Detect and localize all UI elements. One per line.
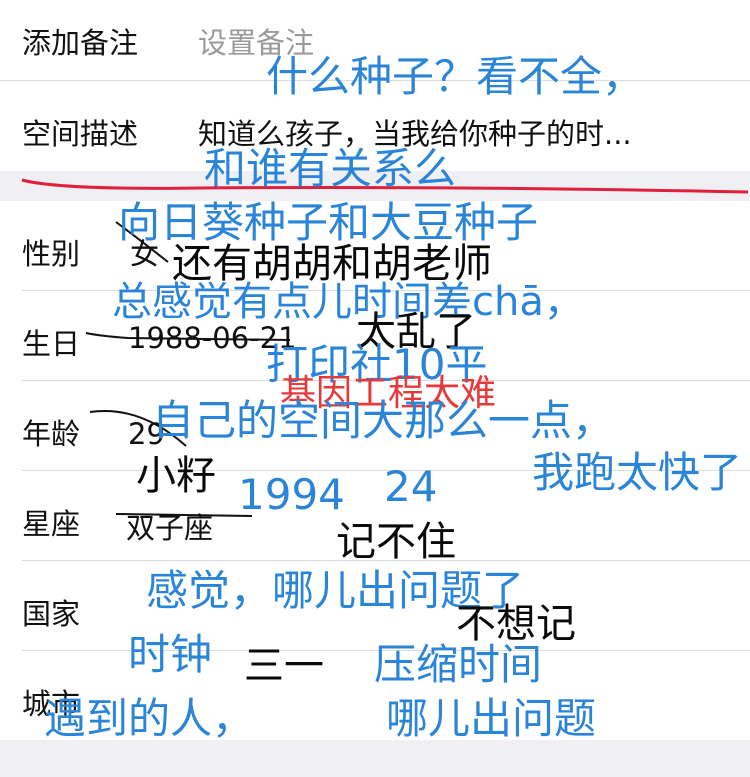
annotation-text: 1994 — [238, 470, 345, 519]
annotation-text: 我跑太快了 — [532, 448, 743, 497]
annotation-text: 向日葵种子和大豆种子 — [118, 198, 539, 247]
annotation-text: 三一 — [244, 643, 324, 689]
zodiac-label: 星座 — [22, 507, 81, 541]
annotation-text: 小籽 — [136, 453, 216, 499]
description-label: 空间描述 — [22, 117, 139, 151]
annotation-text: 时钟 — [128, 630, 213, 679]
annotation-text: 总感觉有点儿时间差chā， — [112, 279, 584, 325]
annotation-text: 记不住 — [336, 519, 456, 565]
annotation-text: 和谁有关系么 — [204, 144, 457, 193]
gender-label: 性别 — [22, 237, 81, 271]
annotation-text: 自己的空间大那么一点， — [152, 396, 615, 445]
zodiac-value: 双子座 — [126, 511, 214, 545]
annotation-text: 不想记 — [456, 601, 576, 647]
remark-label: 添加备注 — [22, 26, 139, 60]
annotation-text: 哪儿出问题 — [386, 694, 597, 743]
annotation-text: 什么种子？看不全， — [266, 52, 645, 101]
bottom-spacer — [0, 740, 750, 777]
age-label: 年龄 — [22, 417, 81, 451]
annotation-text: 遇到的人， — [44, 694, 255, 743]
birthday-label: 生日 — [22, 327, 81, 361]
annotation-text: 24 — [384, 462, 438, 511]
annotation-text: 压缩时间 — [374, 640, 543, 689]
annotation-text: 还有胡胡和胡老师 — [172, 241, 492, 287]
country-label: 国家 — [22, 597, 81, 631]
